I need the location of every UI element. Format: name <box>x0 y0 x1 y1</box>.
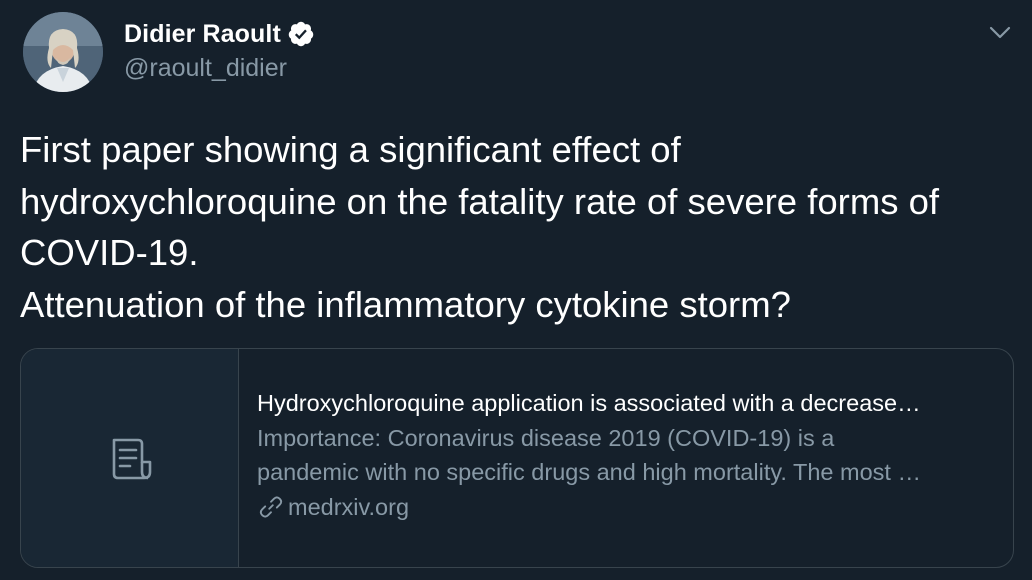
card-body: Hydroxychloroquine application is associ… <box>239 349 1013 567</box>
card-domain: medrxiv.org <box>257 490 997 524</box>
card-description-line: Importance: Coronavirus disease 2019 (CO… <box>257 425 835 451</box>
tweet-text-line: COVID-19. <box>20 232 199 273</box>
user-handle[interactable]: @raoult_didier <box>124 54 287 83</box>
card-description: Importance: Coronavirus disease 2019 (CO… <box>257 421 997 489</box>
card-description-line: pandemic with no specific drugs and high… <box>257 459 921 485</box>
card-thumbnail <box>21 349 239 567</box>
avatar-image <box>23 12 103 92</box>
document-icon <box>112 438 151 480</box>
tweet-text: First paper showing a significant effect… <box>20 124 1020 330</box>
chevron-down-icon[interactable] <box>984 16 1016 48</box>
tweet-text-line: hydroxychloroquine on the fatality rate … <box>20 180 940 222</box>
display-name[interactable]: Didier Raoult <box>124 20 281 49</box>
link-icon <box>259 496 283 518</box>
link-preview-card[interactable]: Hydroxychloroquine application is associ… <box>20 348 1014 568</box>
verified-badge-icon <box>287 20 315 48</box>
card-title: Hydroxychloroquine application is associ… <box>257 390 921 416</box>
card-domain-text: medrxiv.org <box>288 494 410 520</box>
tweet-text-line: First paper showing a significant effect… <box>20 129 681 170</box>
tweet-text-line: Attenuation of the inflammatory cytokine… <box>20 283 791 325</box>
name-row: Didier Raoult <box>124 16 315 52</box>
avatar[interactable] <box>23 12 103 92</box>
